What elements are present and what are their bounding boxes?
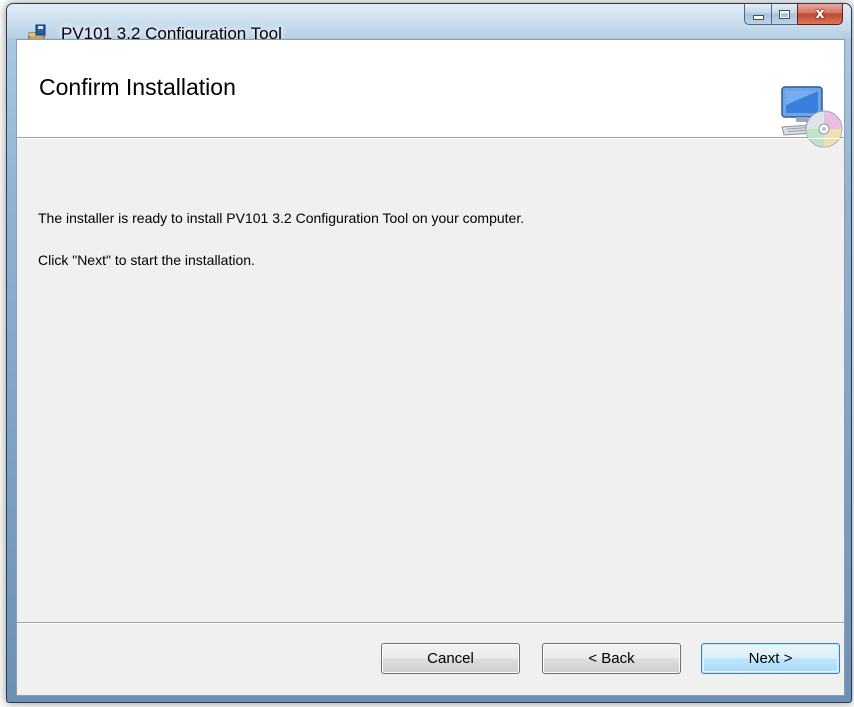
close-icon: x bbox=[815, 6, 825, 22]
maximize-icon bbox=[779, 9, 790, 19]
page-title: Confirm Installation bbox=[39, 74, 236, 100]
maximize-button[interactable] bbox=[771, 4, 797, 25]
ready-message: The installer is ready to install PV101 … bbox=[38, 210, 525, 226]
minimize-button[interactable] bbox=[744, 4, 771, 25]
title-bar[interactable]: PV101 3.2 Configuration Tool x bbox=[7, 4, 851, 46]
minimize-icon bbox=[752, 15, 764, 20]
computer-cd-icon bbox=[781, 86, 843, 148]
caption-buttons: x bbox=[744, 4, 843, 26]
dialog-client-area: Confirm Installation The installer is re… bbox=[16, 39, 845, 696]
next-button[interactable]: Next > bbox=[701, 643, 840, 674]
cancel-button[interactable]: Cancel bbox=[381, 643, 520, 674]
header-banner: Confirm Installation bbox=[17, 40, 844, 148]
footer-divider bbox=[17, 622, 844, 624]
next-instruction: Click "Next" to start the installation. bbox=[38, 252, 255, 268]
close-button[interactable]: x bbox=[797, 4, 843, 25]
installer-window: PV101 3.2 Configuration Tool x Confirm I… bbox=[6, 3, 852, 703]
back-button[interactable]: < Back bbox=[542, 643, 681, 674]
